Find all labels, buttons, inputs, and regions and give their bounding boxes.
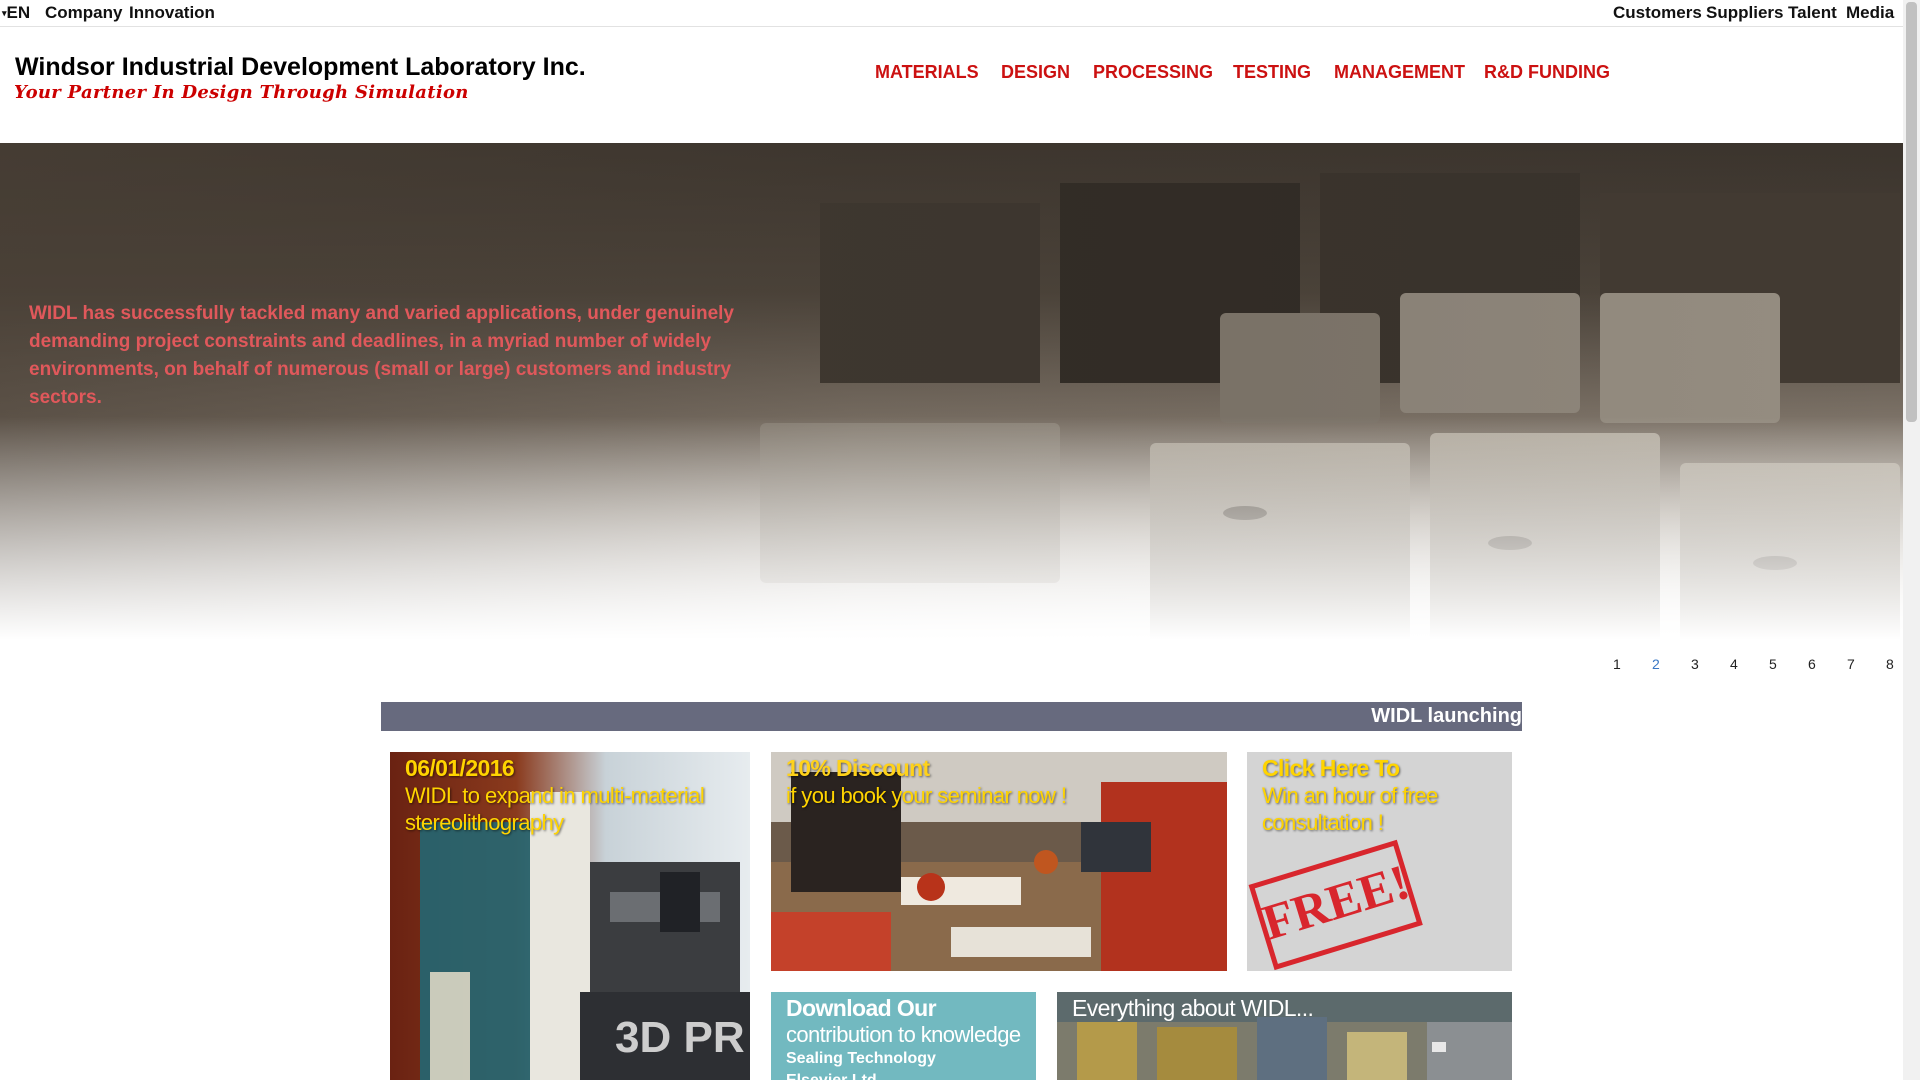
pager-page-1[interactable]: 1 [1613, 656, 1621, 672]
scrollbar-thumb[interactable] [1906, 2, 1917, 422]
tile-about[interactable]: Everything about WIDL... [1057, 992, 1512, 1080]
brand-name[interactable]: Windsor Industrial Development Laborator… [15, 53, 586, 82]
nav-media[interactable]: Media [1846, 3, 1894, 23]
discount-heading: 10% Discount [786, 755, 930, 781]
pager-page-8[interactable]: 8 [1886, 656, 1894, 672]
pager-page-6[interactable]: 6 [1808, 656, 1816, 672]
vertical-scrollbar[interactable] [1903, 0, 1920, 1080]
printer-label: 3D PR [615, 1013, 745, 1062]
download-item-publisher[interactable]: Elsevier Ltd [771, 1070, 1036, 1080]
pager-page-3[interactable]: 3 [1691, 656, 1699, 672]
tile-free-consultation[interactable]: Click Here To Win an hour of free consul… [1247, 752, 1512, 971]
section-header-bar: WIDL launching [381, 702, 1522, 731]
nav-customers[interactable]: Customers [1613, 3, 1702, 23]
hero-text: WIDL has successfully tackled many and v… [29, 303, 734, 408]
consultation-text: Win an hour of free consultation ! [1262, 783, 1438, 835]
download-text: contribution to knowledge [786, 1022, 1021, 1047]
pager-page-7[interactable]: 7 [1847, 656, 1855, 672]
hero-banner: WIDL has successfully tackled many and v… [0, 143, 1903, 640]
nav-processing[interactable]: PROCESSING [1093, 62, 1213, 83]
section-title: WIDL launching [1371, 705, 1522, 727]
language-selector[interactable]: ▾EN [2, 3, 30, 23]
nav-suppliers[interactable]: Suppliers [1706, 3, 1783, 23]
pager-page-5[interactable]: 5 [1769, 656, 1777, 672]
nav-management[interactable]: MANAGEMENT [1334, 62, 1465, 83]
brand-tagline: Your Partner In Design Through Simulatio… [14, 82, 469, 103]
nav-innovation[interactable]: Innovation [129, 3, 215, 23]
tile-news[interactable]: 3D PR 06/01/2016 WIDL to expand in multi… [390, 752, 750, 1080]
news-date: 06/01/2016 [405, 755, 515, 781]
nav-materials[interactable]: MATERIALS [875, 62, 979, 83]
pager-page-2[interactable]: 2 [1652, 656, 1660, 672]
nav-company[interactable]: Company [45, 3, 122, 23]
nav-testing[interactable]: TESTING [1233, 62, 1311, 83]
nav-talent[interactable]: Talent [1788, 3, 1837, 23]
download-heading: Download Our [786, 995, 937, 1021]
nav-rd-funding[interactable]: R&D FUNDING [1484, 62, 1610, 83]
about-heading: Everything about WIDL... [1072, 995, 1314, 1021]
consultation-heading: Click Here To [1262, 755, 1400, 781]
download-item[interactable]: Sealing Technology [771, 1048, 1036, 1070]
news-headline: WIDL to expand in multi-material stereol… [405, 783, 705, 835]
tile-download[interactable]: Download Our contribution to knowledge S… [771, 992, 1036, 1080]
pager-page-4[interactable]: 4 [1730, 656, 1738, 672]
tile-discount[interactable]: 10% Discount if you book your seminar no… [771, 752, 1227, 971]
utility-bar: ▾EN Company Innovation Customers Supplie… [0, 0, 1903, 27]
svg-text:FREE!: FREE! [1256, 853, 1416, 950]
discount-text: if you book your seminar now ! [786, 783, 1067, 808]
nav-design[interactable]: DESIGN [1001, 62, 1070, 83]
